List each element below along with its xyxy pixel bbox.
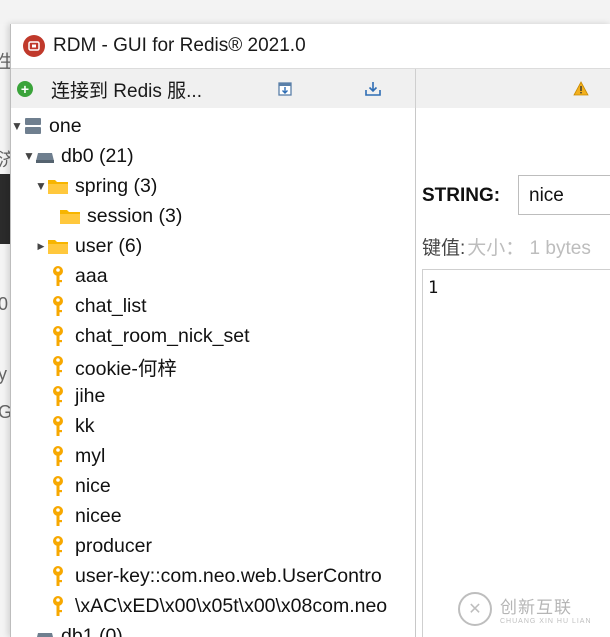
window-title: RDM - GUI for Redis® 2021.0: [53, 35, 306, 56]
tree-item-database[interactable]: ▼ db0 (21): [11, 141, 415, 171]
export-config-icon: [365, 82, 381, 96]
connect-button[interactable]: + 连接到 Redis 服...: [17, 75, 202, 103]
key-icon: [53, 266, 63, 286]
background-text-fragment: y: [0, 364, 7, 384]
tree-item-key[interactable]: user-key::com.neo.web.UserContro: [11, 561, 415, 591]
key-icon: [53, 566, 63, 586]
export-config-button[interactable]: [363, 79, 383, 99]
key-icon: [53, 296, 63, 316]
watermark-en: CHUANG XIN HU LIAN: [500, 617, 592, 625]
tree-item-database[interactable]: db1 (0): [11, 621, 415, 637]
tree-item-label: cookie-何梓: [75, 357, 177, 380]
tree-item-label: producer: [75, 534, 152, 557]
value-panel: STRING: nice 键值: 大小： 1 bytes 1: [416, 108, 610, 637]
tree-item-label: chat_room_nick_set: [75, 324, 250, 347]
tree-item-key[interactable]: chat_list: [11, 291, 415, 321]
tree-item-label: nicee: [75, 504, 122, 527]
tree-item-folder[interactable]: session (3): [11, 201, 415, 231]
collapse-arrow-icon[interactable]: ▶: [35, 241, 47, 252]
key-icon: [53, 326, 63, 346]
import-config-button[interactable]: [275, 79, 295, 99]
connect-button-label: 连接到 Redis 服...: [51, 80, 202, 102]
tree-item-label: kk: [75, 414, 95, 437]
tree-item-label: db1 (0): [61, 624, 123, 637]
folder-icon: [48, 240, 68, 254]
server-icon: [25, 118, 41, 134]
folder-icon: [60, 210, 80, 224]
key-icon: [53, 416, 63, 436]
tree-item-label: user (6): [75, 234, 143, 257]
tree-item-label: session (3): [87, 204, 183, 227]
tree-item-key[interactable]: kk: [11, 411, 415, 441]
expand-arrow-icon[interactable]: ▼: [11, 119, 23, 133]
key-icon: [53, 356, 63, 376]
tree-item-label: jihe: [75, 384, 106, 407]
rdm-window: RDM - GUI for Redis® 2021.0 + 连接到 Redis …: [10, 24, 610, 637]
tree-item-label: chat_list: [75, 294, 147, 317]
tree-item-label: nice: [75, 474, 111, 497]
tree-item-label: db0 (21): [61, 144, 134, 167]
tree-item-folder[interactable]: ▶ user (6): [11, 231, 415, 261]
tree-item-server[interactable]: ▼ one: [11, 111, 415, 141]
tree-item-label: spring (3): [75, 174, 158, 197]
key-icon: [53, 506, 63, 526]
key-icon: [53, 476, 63, 496]
tree-item-key[interactable]: myl: [11, 441, 415, 471]
value-text: 1: [428, 278, 439, 298]
connection-tree: ▼ one ▼ db0 (21) ▼ spring (3) session (3…: [11, 108, 416, 637]
tree-item-key[interactable]: producer: [11, 531, 415, 561]
key-value-label: 键值:: [422, 238, 466, 259]
key-type-label: STRING:: [422, 185, 501, 206]
expand-arrow-icon[interactable]: ▼: [23, 149, 35, 163]
toolbar: + 连接到 Redis 服...: [11, 68, 610, 110]
tree-item-key[interactable]: nicee: [11, 501, 415, 531]
database-icon: [37, 633, 53, 637]
background-window-strip: [0, 0, 610, 25]
tree-item-key[interactable]: aaa: [11, 261, 415, 291]
tree-item-key[interactable]: \xAC\xED\x00\x05t\x00\x08com.neo: [11, 591, 415, 621]
value-size-label: 大小： 1 bytes: [467, 238, 591, 259]
watermark: ✕ 创新互联 CHUANG XIN HU LIAN: [458, 580, 610, 637]
tree-item-label: aaa: [75, 264, 108, 287]
tree-item-label: \xAC\xED\x00\x05t\x00\x08com.neo: [75, 594, 388, 617]
key-icon: [53, 536, 63, 556]
folder-icon: [48, 180, 68, 194]
key-name-input[interactable]: nice: [518, 175, 610, 215]
title-bar: RDM - GUI for Redis® 2021.0: [11, 24, 610, 68]
background-text-fragment: 0: [0, 294, 9, 314]
tree-item-folder[interactable]: ▼ spring (3): [11, 171, 415, 201]
watermark-cn: 创新互联: [500, 597, 572, 617]
tree-item-label: myl: [75, 444, 106, 467]
key-icon: [53, 596, 63, 616]
tree-item-key[interactable]: nice: [11, 471, 415, 501]
tree-item-key[interactable]: chat_room_nick_set: [11, 321, 415, 351]
database-icon: [36, 153, 54, 163]
tree-item-label: one: [49, 114, 82, 137]
key-value-info: 键值: 大小： 1 bytes: [422, 233, 591, 260]
plus-circle-icon: +: [17, 81, 33, 97]
expand-arrow-icon[interactable]: ▼: [35, 179, 47, 193]
key-icon: [53, 386, 63, 406]
tree-item-key[interactable]: jihe: [11, 381, 415, 411]
chuangxin-logo-icon: ✕: [458, 591, 492, 626]
warning-icon[interactable]: [573, 81, 589, 101]
tree-item-key[interactable]: cookie-何梓: [11, 351, 415, 381]
import-config-icon: [278, 82, 292, 96]
toolbar-separator: [415, 69, 416, 109]
tree-item-label: user-key::com.neo.web.UserContro: [75, 564, 382, 587]
rdm-logo-icon: [23, 35, 45, 57]
key-icon: [53, 446, 63, 466]
